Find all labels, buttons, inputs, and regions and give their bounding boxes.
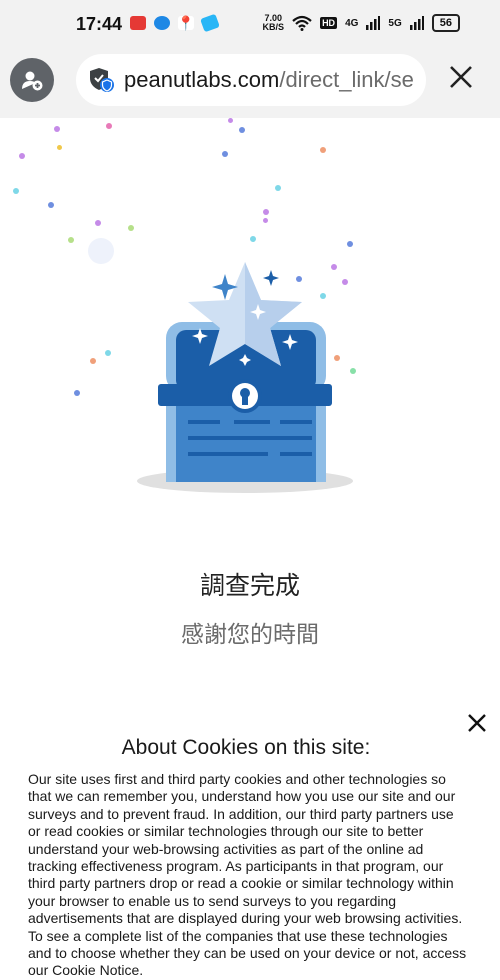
confetti-dot	[57, 145, 62, 150]
status-indicators: 7.00 KB/S HD 4G 5G 56	[263, 14, 460, 32]
status-bar: 17:44 📍 7.00 KB/S HD 4G 5G 56	[0, 0, 500, 50]
address-bar[interactable]: peanutlabs.com/direct_link/se	[76, 54, 426, 106]
close-tab-button[interactable]	[446, 62, 476, 92]
url-path: /direct_link/se	[279, 67, 414, 92]
page-title: 調查完成	[199, 572, 300, 600]
network-speed: 7.00 KB/S	[263, 14, 285, 32]
confetti-dot	[250, 236, 256, 242]
treasure-chest-illustration	[137, 262, 353, 493]
confetti-dot	[222, 151, 228, 157]
wifi-icon	[292, 15, 312, 31]
profile-add-icon	[22, 71, 43, 91]
browser-toolbar: peanutlabs.com/direct_link/se	[0, 50, 500, 118]
signal-5g: 5G	[388, 17, 402, 29]
confetti-dot	[128, 225, 134, 231]
confetti-dot	[95, 220, 101, 226]
hd-badge: HD	[320, 17, 338, 29]
notification-icons: 📍	[130, 13, 220, 33]
confetti-dot	[106, 123, 112, 129]
cookie-body: Our site uses first and third party cook…	[28, 771, 467, 979]
confetti-dot	[228, 118, 233, 123]
signal-icon-2	[409, 16, 424, 30]
confetti-dot	[275, 185, 281, 191]
confetti-dot	[88, 238, 114, 264]
profile-button[interactable]	[10, 58, 54, 102]
url-text: peanutlabs.com/direct_link/se	[124, 67, 414, 93]
speed-unit: KB/S	[262, 22, 285, 32]
confetti-dot	[68, 237, 74, 243]
location-icon: 📍	[177, 14, 195, 31]
cookie-title: About Cookies on this site:	[121, 736, 371, 759]
signal-4g: 4G	[345, 17, 359, 29]
cookie-close-button[interactable]	[466, 712, 488, 734]
battery-indicator: 56	[431, 14, 460, 32]
confetti-dot	[74, 390, 80, 396]
confetti-dot	[263, 218, 268, 223]
status-time: 17:44	[76, 14, 123, 34]
confetti-dot	[320, 147, 326, 153]
shield-icon[interactable]	[88, 66, 116, 94]
confetti-dot	[263, 209, 269, 215]
browser-app-icon	[154, 16, 170, 30]
cookie-banner: About Cookies on this site: Our site use…	[0, 700, 500, 978]
confetti-dot	[48, 202, 54, 208]
url-domain: peanutlabs.com	[124, 67, 280, 92]
confetti-dot	[105, 350, 111, 356]
send-app-icon	[200, 13, 220, 33]
signal-icon	[366, 16, 381, 30]
confetti-dot	[90, 358, 96, 364]
confetti-dot	[239, 127, 245, 133]
confetti-dot	[347, 241, 353, 247]
page-subtitle: 感謝您的時間	[181, 621, 319, 647]
confetti-dot	[54, 126, 60, 132]
confetti-dot	[19, 153, 25, 159]
confetti-dot	[13, 188, 19, 194]
news-app-icon	[130, 16, 146, 30]
